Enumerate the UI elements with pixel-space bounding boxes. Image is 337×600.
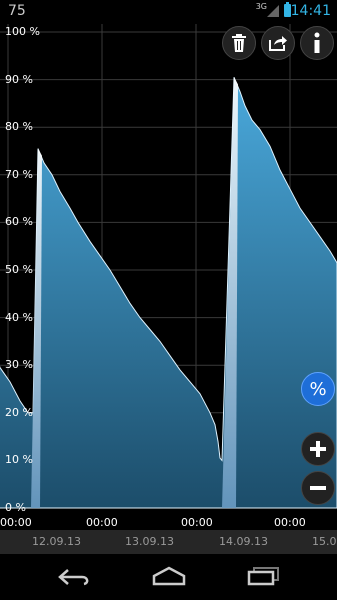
x-time-label: 00:00 [274,516,306,529]
y-tick-label: 100 % [5,25,40,38]
recents-icon[interactable] [246,566,280,586]
status-left-value: 75 [8,3,26,19]
y-tick-label: 20 % [5,405,33,419]
y-tick-label: 80 % [5,120,33,134]
info-icon [314,32,320,53]
zoom-in-button[interactable] [301,432,335,466]
x-date-label: 12.09.13 [32,535,81,548]
y-tick-label: 50 % [5,263,33,276]
chart-canvas[interactable] [0,24,337,511]
share-button[interactable] [261,26,295,60]
x-date-label: 15.0 [312,535,337,548]
y-tick-label: 70 % [5,167,33,181]
y-tick-label: 60 % [5,215,33,229]
x-time-label: 00:00 [181,516,213,529]
charging-segment [222,77,238,508]
share-icon [269,36,287,51]
x-date-label: 13.09.13 [125,535,174,548]
zoom-out-button[interactable] [301,471,335,505]
battery-level-area [0,77,337,509]
y-tick-label: 0 % [5,501,26,514]
trash-icon [232,34,246,52]
network-type: 3G [255,2,267,11]
plus-icon [310,441,326,457]
delete-button[interactable] [222,26,256,60]
navigation-bar [0,554,337,600]
y-tick-label: 30 % [5,358,33,372]
y-tick-label: 40 % [5,310,33,324]
x-time-label: 00:00 [86,516,118,529]
percent-label: % [309,378,327,400]
minus-icon [310,486,326,490]
signal-icon [267,5,279,17]
status-time: 14:41 [290,3,331,19]
battery-chart[interactable] [0,24,337,511]
x-time-label: 00:00 [0,516,32,529]
percent-toggle-button[interactable]: % [301,372,335,406]
home-icon[interactable] [152,566,186,586]
x-date-label: 14.09.13 [219,535,268,548]
y-tick-label: 90 % [5,72,33,86]
status-bar: 75 3G 14:41 [0,0,337,24]
y-tick-label: 10 % [5,453,33,467]
info-button[interactable] [300,26,334,60]
back-icon[interactable] [58,568,92,586]
